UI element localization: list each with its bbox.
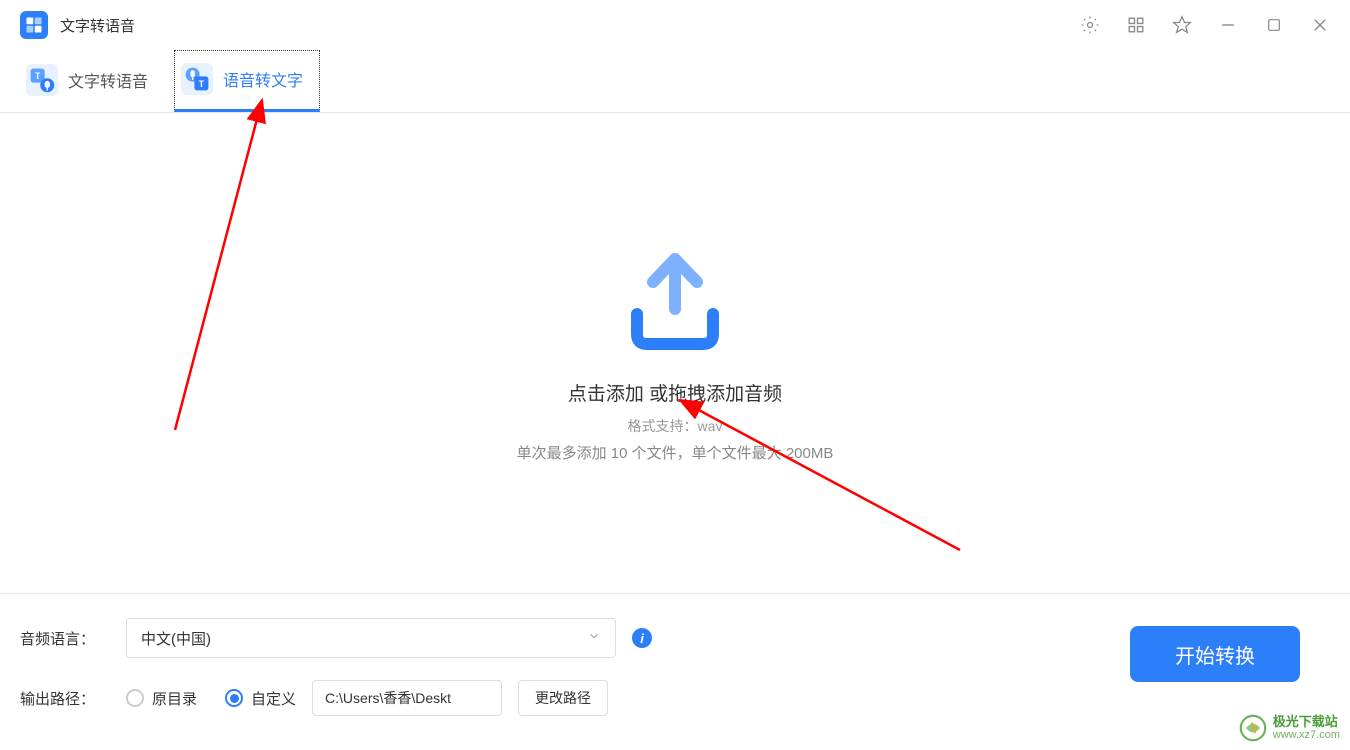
- drop-format-text: 格式支持：wav: [628, 416, 723, 436]
- chevron-down-icon: [587, 629, 601, 647]
- tab-speech-to-text[interactable]: T 语音转文字: [174, 50, 320, 112]
- star-icon[interactable]: [1172, 15, 1192, 35]
- start-convert-button[interactable]: 开始转换: [1130, 626, 1300, 682]
- minimize-icon[interactable]: [1218, 15, 1238, 35]
- tts-icon: T: [26, 64, 58, 96]
- close-icon[interactable]: [1310, 15, 1330, 35]
- language-label: 音频语言：: [20, 628, 110, 649]
- titlebar-controls: [1080, 15, 1330, 35]
- output-row: 输出路径： 原目录 自定义 C:\Users\香香\Deskt 更改路径: [20, 680, 1330, 716]
- radio-original-dir[interactable]: 原目录: [126, 688, 197, 709]
- radio-custom-label: 自定义: [251, 688, 296, 709]
- drop-main-text: 点击添加 或拖拽添加音频: [568, 379, 782, 406]
- drop-zone[interactable]: 点击添加 或拖拽添加音频 格式支持：wav 单次最多添加 10 个文件，单个文件…: [0, 113, 1350, 593]
- app-title: 文字转语音: [60, 15, 135, 36]
- grid-icon[interactable]: [1126, 15, 1146, 35]
- svg-text:T: T: [35, 71, 41, 81]
- info-icon[interactable]: i: [632, 628, 652, 648]
- change-path-label: 更改路径: [535, 688, 591, 708]
- output-path-value: C:\Users\香香\Deskt: [325, 688, 451, 708]
- app-logo-icon: [20, 11, 48, 39]
- tab-tts-label: 文字转语音: [68, 68, 148, 92]
- radio-circle-checked-icon: [225, 689, 243, 707]
- titlebar: 文字转语音: [0, 0, 1350, 50]
- drop-limit-text: 单次最多添加 10 个文件，单个文件最大 200MB: [517, 442, 834, 463]
- convert-label: 开始转换: [1175, 640, 1255, 669]
- maximize-icon[interactable]: [1264, 15, 1284, 35]
- titlebar-left: 文字转语音: [20, 11, 135, 39]
- radio-original-label: 原目录: [152, 688, 197, 709]
- language-select[interactable]: 中文(中国): [126, 618, 616, 658]
- output-path-input[interactable]: C:\Users\香香\Deskt: [312, 680, 502, 716]
- tab-stt-label: 语音转文字: [223, 67, 303, 91]
- tabs: T 文字转语音 T 语音转文字: [0, 50, 1350, 113]
- tab-text-to-speech[interactable]: T 文字转语音: [20, 50, 164, 112]
- stt-icon: T: [181, 63, 213, 95]
- settings-bar: 音频语言： 中文(中国) i 输出路径： 原目录 自定义 C:\Users\香香…: [0, 593, 1350, 740]
- output-label: 输出路径：: [20, 688, 110, 709]
- radio-custom-dir[interactable]: 自定义: [225, 688, 296, 709]
- svg-text:T: T: [199, 79, 205, 89]
- settings-icon[interactable]: [1080, 15, 1100, 35]
- output-radio-group: 原目录 自定义: [126, 688, 296, 709]
- radio-circle-unchecked-icon: [126, 689, 144, 707]
- upload-icon: [615, 244, 735, 359]
- language-value: 中文(中国): [141, 628, 211, 649]
- change-path-button[interactable]: 更改路径: [518, 680, 608, 716]
